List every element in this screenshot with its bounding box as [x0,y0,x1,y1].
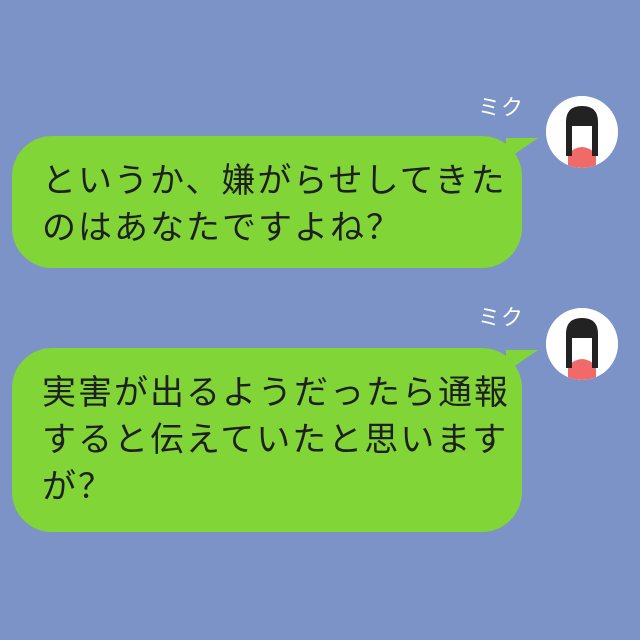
message-line: というか、嫌がらせしてきた [42,161,507,201]
woman-avatar-icon [546,308,618,380]
woman-avatar-icon [546,96,618,168]
message-line: すると伝えていたと思います [42,420,509,460]
message-bubble[interactable]: 実害が出るようだったら通報 すると伝えていたと思います が？ [12,348,538,532]
message-line: が？ [42,467,114,507]
avatar[interactable] [546,308,618,380]
message-line: 実害が出るようだったら通報 [42,373,510,413]
message-line: のはあなたですよね？ [42,208,402,248]
message-bubble[interactable]: というか、嫌がらせしてきた のはあなたですよね？ [12,136,538,268]
sender-name: ミク [478,96,525,121]
sender-name: ミク [478,306,525,331]
avatar[interactable] [546,96,618,168]
chat-area: ミク というか、嫌がらせしてきた のはあなたですよね？ ミク 実害が出るようだっ… [0,0,640,640]
